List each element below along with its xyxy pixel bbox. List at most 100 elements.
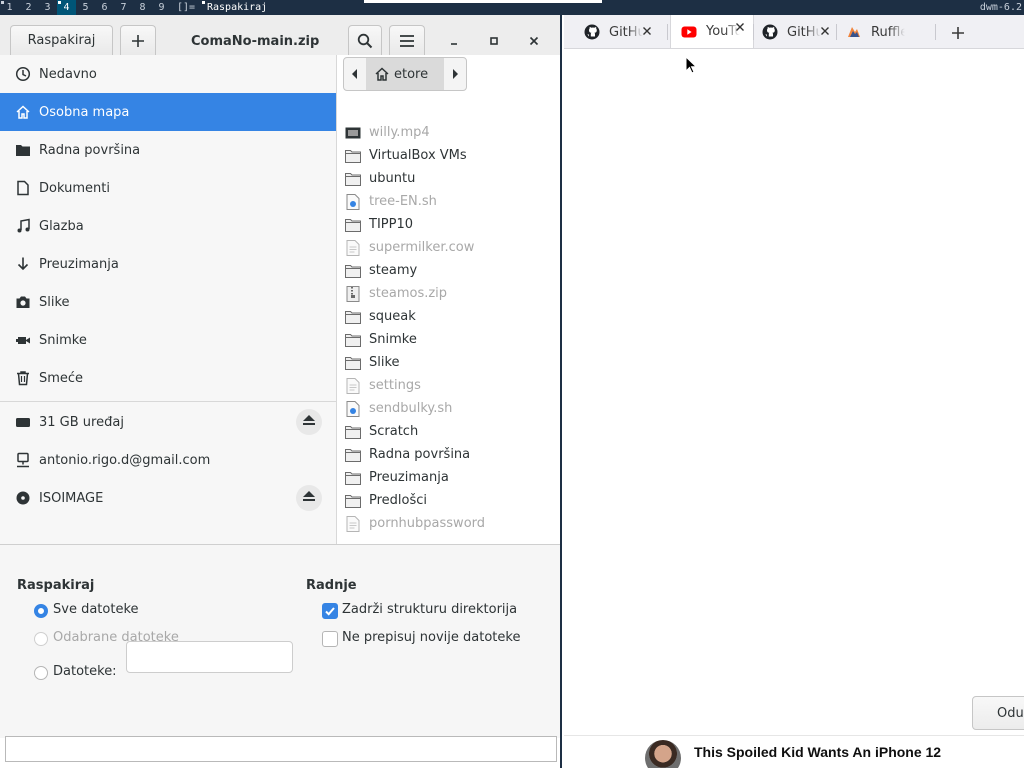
file-row[interactable]: supermilker.cow280 bajtovaTekst bbox=[337, 236, 560, 259]
all-files-radio[interactable] bbox=[34, 604, 48, 618]
all-files-label[interactable]: Sve datoteke bbox=[53, 602, 139, 617]
dwm-tag-5[interactable]: 5 bbox=[76, 0, 95, 15]
dwm-tag-9[interactable]: 9 bbox=[152, 0, 171, 15]
sidebar-item-snimke[interactable]: Snimke bbox=[0, 321, 336, 359]
network-icon bbox=[15, 452, 31, 468]
folder-row[interactable]: ubuntu bbox=[337, 167, 560, 190]
eject-icon bbox=[302, 414, 316, 430]
dwm-tag-6[interactable]: 6 bbox=[95, 0, 114, 15]
dwm-tag-3[interactable]: 3 bbox=[38, 0, 57, 15]
folder-file-icon bbox=[345, 355, 361, 371]
path-forward-button[interactable] bbox=[444, 58, 466, 90]
dwm-status-text: dwm-6.2 bbox=[979, 2, 1022, 13]
extract-button[interactable]: Raspakiraj bbox=[10, 25, 113, 55]
folder-file-icon bbox=[345, 447, 361, 463]
file-name: Preuzimanja bbox=[369, 470, 449, 485]
sidebar-device-0[interactable]: 31 GB uređaj bbox=[0, 403, 336, 441]
close-button[interactable] bbox=[524, 31, 544, 51]
new-tab-button[interactable] bbox=[948, 23, 968, 43]
close-icon bbox=[529, 36, 539, 46]
folder-row[interactable]: Snimke bbox=[337, 328, 560, 351]
file-row[interactable]: willy.mp411,2 MBVideo snimka bbox=[337, 121, 560, 144]
no-overwrite-checkbox[interactable] bbox=[322, 631, 338, 647]
folder-row[interactable]: squeak bbox=[337, 305, 560, 328]
folder-file-icon bbox=[345, 424, 361, 440]
files-pattern-radio[interactable] bbox=[34, 666, 48, 680]
file-row[interactable]: pornhubpassword33 bajtaTekst bbox=[337, 512, 560, 535]
folder-row[interactable]: Slike bbox=[337, 351, 560, 374]
keep-structure-checkbox[interactable] bbox=[322, 603, 338, 619]
minimize-button[interactable] bbox=[444, 31, 464, 51]
path-crumb-home[interactable]: etore bbox=[366, 58, 444, 90]
browser-tab-1[interactable]: YouTube bbox=[670, 15, 754, 48]
dwm-tag-1[interactable]: 1 bbox=[0, 0, 19, 15]
sidebar-item-smeće[interactable]: Smeće bbox=[0, 359, 336, 397]
file-chooser-list: etore willy.mp411,2 MBVideo snimka Virtua… bbox=[337, 55, 560, 545]
dwm-title-highlight bbox=[364, 0, 602, 3]
sidebar-item-label: Preuzimanja bbox=[39, 256, 119, 272]
channel-avatar[interactable] bbox=[645, 740, 681, 768]
video-title[interactable]: This Spoiled Kid Wants An iPhone 12 bbox=[694, 744, 941, 760]
dwm-layout-indicator[interactable]: []= bbox=[177, 0, 195, 15]
file-row[interactable]: steamos.zip1,5 GBArhiva bbox=[337, 282, 560, 305]
folder-file-icon bbox=[345, 493, 361, 509]
bottom-entry-field[interactable] bbox=[5, 736, 557, 762]
maximize-button[interactable] bbox=[484, 31, 504, 51]
sidebar-item-dokumenti[interactable]: Dokumenti bbox=[0, 169, 336, 207]
cancel-button[interactable]: Odu bbox=[972, 696, 1024, 730]
recent-icon bbox=[15, 66, 31, 82]
sidebar-item-glazba[interactable]: Glazba bbox=[0, 207, 336, 245]
file-row[interactable]: tree-EN.sh1,4 kBProgram bbox=[337, 190, 560, 213]
folder-file-icon bbox=[345, 263, 361, 279]
sidebar-item-nedavno[interactable]: Nedavno bbox=[0, 55, 336, 93]
folder-row[interactable]: Predlošci bbox=[337, 489, 560, 512]
folder-row[interactable]: Scratch bbox=[337, 420, 560, 443]
browser-tab-0[interactable]: GitHub bbox=[564, 19, 660, 45]
sidebar-separator bbox=[0, 401, 336, 402]
sidebar-item-osobna-mapa[interactable]: Osobna mapa bbox=[0, 93, 336, 131]
music-icon bbox=[15, 218, 31, 234]
browser-tab-2[interactable]: GitHub bbox=[754, 19, 838, 45]
dwm-tag-8[interactable]: 8 bbox=[133, 0, 152, 15]
path-back-button[interactable] bbox=[344, 58, 366, 90]
eject-button[interactable] bbox=[296, 485, 322, 511]
folder-row[interactable]: Preuzimanja bbox=[337, 466, 560, 489]
tab-close-button[interactable] bbox=[816, 23, 834, 41]
chevron-right-icon bbox=[453, 69, 458, 79]
sidebar-item-label: Snimke bbox=[39, 332, 87, 348]
dwm-tag-2[interactable]: 2 bbox=[19, 0, 38, 15]
folder-row[interactable]: Radna površina bbox=[337, 443, 560, 466]
dwm-tag-7[interactable]: 7 bbox=[114, 0, 133, 15]
folder-row[interactable]: TIPP10 bbox=[337, 213, 560, 236]
browser-tab-3[interactable]: Ruffle bbox=[838, 19, 934, 45]
extract-options-heading: Raspakiraj bbox=[17, 578, 95, 593]
sidebar-item-preuzimanja[interactable]: Preuzimanja bbox=[0, 245, 336, 283]
sidebar-item-label: Dokumenti bbox=[39, 180, 110, 196]
checkmark-icon bbox=[325, 607, 335, 616]
sidebar-device-2[interactable]: ISOIMAGE bbox=[0, 479, 336, 517]
close-icon bbox=[642, 25, 652, 40]
sidebar-device-1[interactable]: antonio.rigo.d@gmail.com bbox=[0, 441, 336, 479]
home-icon bbox=[375, 67, 389, 81]
tab-close-button[interactable] bbox=[731, 19, 749, 37]
files-pattern-label[interactable]: Datoteke: bbox=[53, 664, 117, 679]
maximize-icon bbox=[490, 37, 498, 45]
dwm-tag-4[interactable]: 4 bbox=[57, 0, 76, 15]
folder-row[interactable]: VirtualBox VMs bbox=[337, 144, 560, 167]
add-files-button[interactable] bbox=[120, 25, 156, 55]
file-row[interactable]: settings266 bajtovaTekst bbox=[337, 374, 560, 397]
folder-row[interactable]: steamy bbox=[337, 259, 560, 282]
youtube-icon bbox=[681, 24, 697, 40]
no-overwrite-label[interactable]: Ne prepisuj novije datoteke bbox=[342, 630, 520, 645]
keep-structure-label[interactable]: Zadrži strukturu direktorija bbox=[342, 602, 517, 617]
files-pattern-input[interactable] bbox=[126, 641, 293, 673]
eject-button[interactable] bbox=[296, 409, 322, 435]
file-row[interactable]: sendbulky.sh112 bajtovaProgram bbox=[337, 397, 560, 420]
archive-file-icon bbox=[345, 285, 361, 302]
sidebar-item-slike[interactable]: Slike bbox=[0, 283, 336, 321]
menu-button[interactable] bbox=[389, 25, 425, 55]
video-icon bbox=[15, 332, 31, 348]
tab-close-button[interactable] bbox=[638, 23, 656, 41]
search-button[interactable] bbox=[348, 25, 382, 55]
sidebar-item-radna-površina[interactable]: Radna površina bbox=[0, 131, 336, 169]
